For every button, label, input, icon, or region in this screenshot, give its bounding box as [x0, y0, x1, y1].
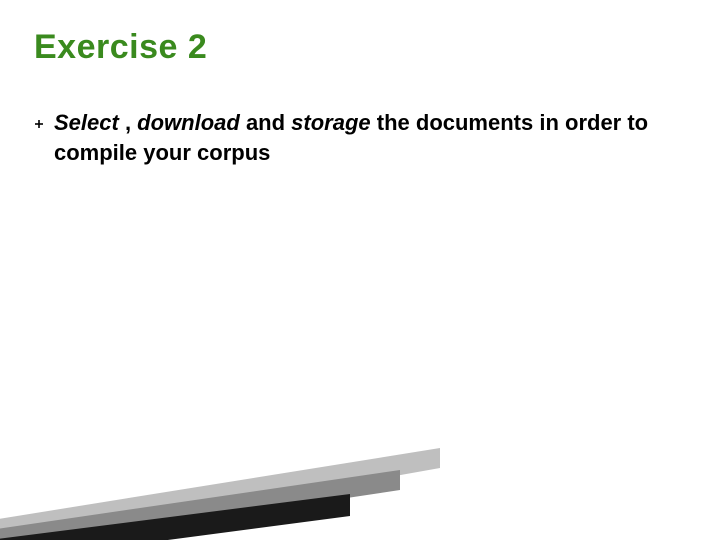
bullet-text: Select , download and storage the docume…	[54, 108, 660, 167]
emph-download: download	[137, 110, 240, 135]
slide-body: Select , download and storage the docume…	[34, 108, 660, 167]
bullet-item: Select , download and storage the docume…	[34, 108, 660, 167]
slide: Exercise 2 Select , download and storage…	[0, 0, 720, 540]
emph-storage: storage	[291, 110, 370, 135]
emph-select: Select	[54, 110, 119, 135]
connector-and: and	[240, 110, 291, 135]
bullet-icon	[34, 116, 48, 134]
slide-title: Exercise 2	[34, 28, 207, 67]
decorative-stripes	[0, 408, 440, 540]
separator: ,	[119, 110, 137, 135]
